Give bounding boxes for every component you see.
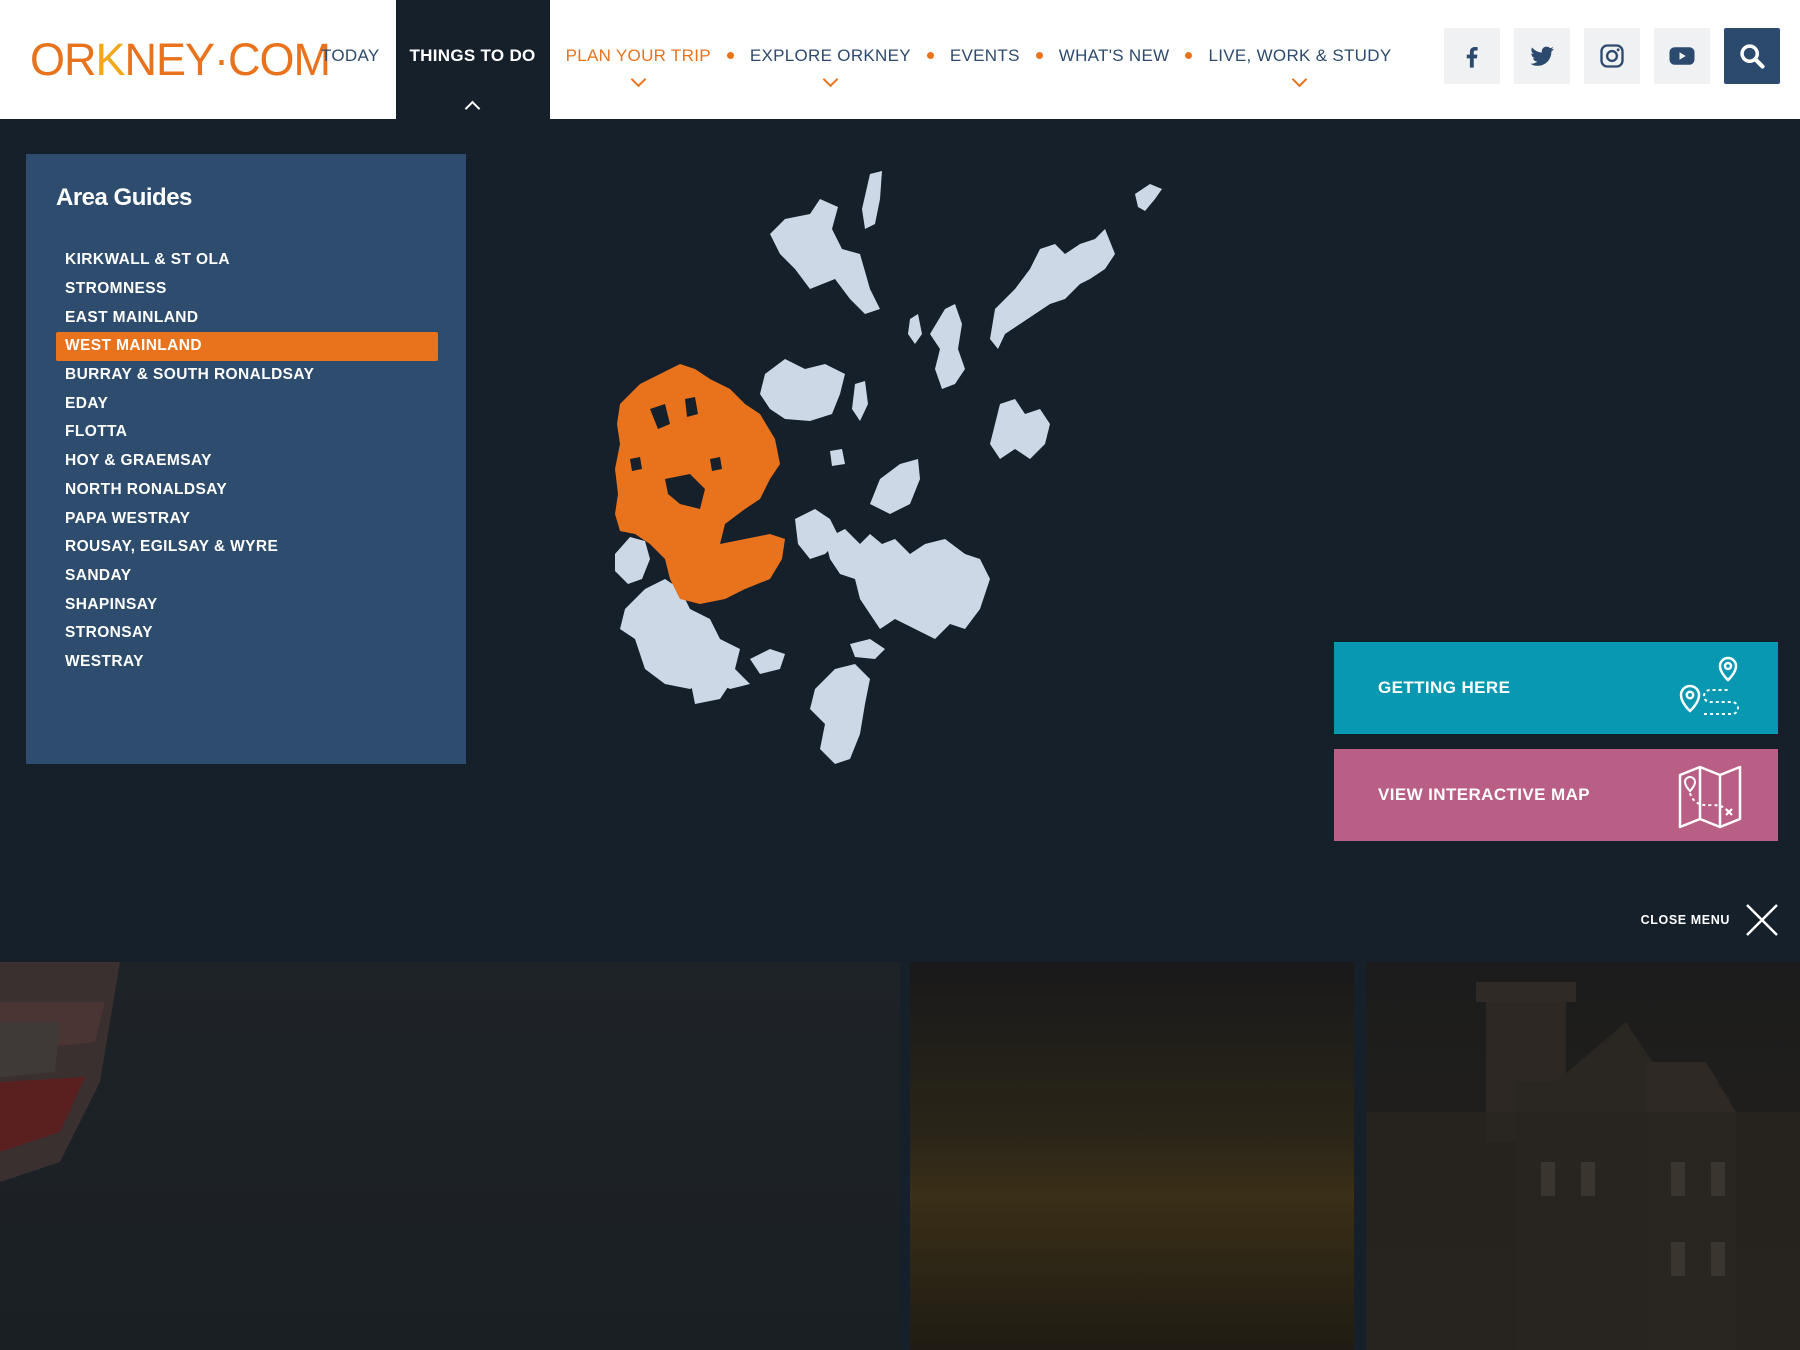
area-item-shapinsay[interactable]: SHAPINSAY [56, 590, 438, 619]
map-island-papa-westray[interactable] [862, 171, 882, 229]
ferry-photo[interactable] [0, 962, 900, 1350]
facebook-icon [1466, 47, 1478, 68]
nav-label: EVENTS [949, 46, 1020, 65]
area-item-rousay[interactable]: ROUSAY, EGILSAY & WYRE [56, 533, 438, 562]
nav-events[interactable]: EVENTS [934, 0, 1036, 119]
nav-label: TODAY [321, 46, 380, 65]
nav-whats-new[interactable]: WHAT'S NEW [1043, 0, 1186, 119]
map-island-gairsay[interactable] [830, 449, 845, 466]
search-icon [1740, 44, 1765, 69]
chevron-up-icon [464, 100, 481, 117]
area-item-stronsay[interactable]: STRONSAY [56, 619, 438, 648]
area-item-north-ronaldsay[interactable]: NORTH RONALDSAY [56, 476, 438, 505]
area-item-papa-westray[interactable]: PAPA WESTRAY [56, 504, 438, 533]
chevron-down-icon [1292, 71, 1308, 88]
getting-here-label: GETTING HERE [1378, 678, 1511, 697]
area-guides-list: KIRKWALL & ST OLA STROMNESS EAST MAINLAN… [56, 246, 438, 676]
nav-today[interactable]: TODAY [305, 0, 396, 119]
chevron-down-icon [630, 71, 646, 88]
map-island-north-ronaldsay[interactable] [1135, 184, 1162, 211]
nav-label: THINGS TO DO [409, 46, 536, 65]
close-icon [1746, 904, 1778, 936]
castle-photo[interactable] [1366, 962, 1800, 1350]
area-guides-panel: Area Guides KIRKWALL & ST OLA STROMNESS … [26, 154, 466, 764]
area-item-westray[interactable]: WESTRAY [56, 648, 438, 677]
map-island-shapinsay[interactable] [870, 459, 920, 514]
logo-part: NEY [124, 34, 216, 85]
nav-explore-orkney[interactable]: EXPLORE ORKNEY [734, 0, 927, 119]
sunset-photo[interactable] [910, 962, 1354, 1350]
area-item-eday[interactable]: EDAY [56, 389, 438, 418]
things-to-do-menu: Area Guides KIRKWALL & ST OLA STROMNESS … [0, 119, 1800, 962]
nav-label: PLAN YOUR TRIP [565, 46, 711, 65]
orkney-islands-map [615, 171, 1162, 764]
area-item-sanday[interactable]: SANDAY [56, 562, 438, 591]
map-island-egilsay[interactable] [852, 381, 868, 421]
map-island-rousay[interactable] [760, 359, 845, 421]
area-item-stromness[interactable]: STROMNESS [56, 275, 438, 304]
area-item-west-mainland[interactable]: WEST MAINLAND [56, 332, 438, 361]
nav-separator-dot [1035, 52, 1043, 59]
nav-label: LIVE, WORK & STUDY [1208, 46, 1392, 65]
map-island-stromness[interactable] [615, 537, 650, 584]
nav-separator-dot [726, 52, 734, 59]
orkney-logo[interactable]: ORKNEY·COM [30, 34, 331, 86]
folded-map-icon [1678, 765, 1742, 829]
instagram-button[interactable] [1584, 28, 1640, 84]
area-guides-title: Area Guides [56, 184, 192, 211]
map-loch [710, 457, 722, 471]
nav-label: EXPLORE ORKNEY [749, 46, 911, 65]
nav-things-to-do[interactable]: THINGS TO DO [395, 0, 550, 119]
twitter-button[interactable] [1514, 28, 1570, 84]
view-interactive-map-button[interactable]: VIEW INTERACTIVE MAP [1334, 749, 1778, 841]
map-island-faray[interactable] [908, 314, 922, 344]
instagram-icon [1600, 44, 1624, 68]
close-menu-button[interactable]: CLOSE MENU [1641, 902, 1780, 938]
nav-separator-dot [926, 52, 934, 59]
background-photos [0, 962, 1800, 1350]
facebook-button[interactable] [1444, 28, 1500, 84]
close-menu-label: CLOSE MENU [1640, 913, 1730, 927]
interactive-map-label: VIEW INTERACTIVE MAP [1378, 785, 1591, 804]
site-header: ORKNEY·COM TODAY THINGS TO DO PLAN YOUR … [0, 0, 1800, 119]
getting-here-button[interactable]: GETTING HERE [1334, 642, 1778, 734]
social-links [1444, 28, 1780, 84]
nav-label: WHAT'S NEW [1058, 46, 1170, 65]
main-nav: TODAY THINGS TO DO PLAN YOUR TRIP EXPLOR… [305, 0, 1407, 119]
logo-part: OR [30, 34, 96, 85]
area-item-kirkwall[interactable]: KIRKWALL & ST OLA [56, 246, 438, 275]
ferry-image [0, 962, 120, 1182]
twitter-icon [1530, 46, 1554, 66]
area-item-hoy[interactable]: HOY & GRAEMSAY [56, 447, 438, 476]
map-island-eday[interactable] [930, 304, 965, 389]
nav-live-work-study[interactable]: LIVE, WORK & STUDY [1192, 0, 1407, 119]
area-item-burray[interactable]: BURRAY & SOUTH RONALDSAY [56, 361, 438, 390]
route-pin-icon [1679, 656, 1739, 715]
castle-image [1366, 982, 1800, 1350]
map-island-east-mainland[interactable] [825, 529, 990, 639]
area-item-flotta[interactable]: FLOTTA [56, 418, 438, 447]
map-island-stronsay[interactable] [990, 399, 1050, 459]
logo-part: K [95, 34, 126, 85]
youtube-button[interactable] [1654, 28, 1710, 84]
nav-plan-your-trip[interactable]: PLAN YOUR TRIP [550, 0, 727, 119]
search-button[interactable] [1724, 28, 1780, 84]
map-island-south-ronaldsay[interactable] [810, 664, 870, 764]
chevron-down-icon [822, 71, 839, 88]
map-island-flotta[interactable] [750, 649, 785, 674]
nav-separator-dot [1185, 52, 1193, 59]
map-loch [630, 457, 642, 471]
map-island-burray[interactable] [850, 639, 885, 659]
map-island-sanday[interactable] [990, 229, 1115, 349]
area-item-east-mainland[interactable]: EAST MAINLAND [56, 303, 438, 332]
youtube-icon [1669, 47, 1695, 65]
